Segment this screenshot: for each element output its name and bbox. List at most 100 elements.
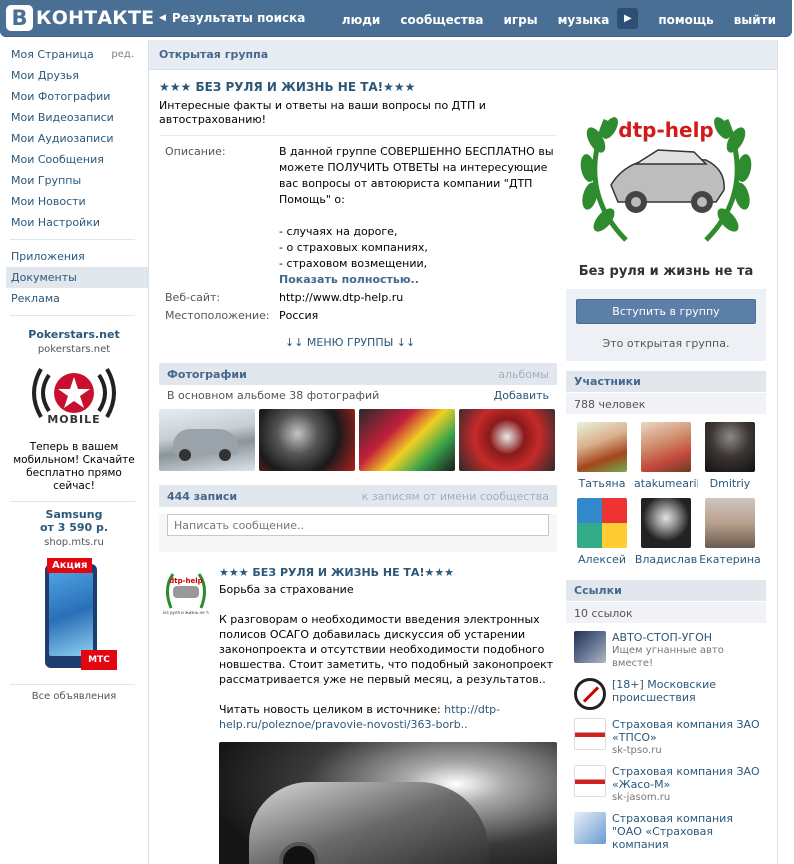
link-title[interactable]: АВТО-СТОП-УГОН xyxy=(612,631,766,644)
sidebar-item-audio[interactable]: Мои Аудиозаписи xyxy=(0,128,148,149)
website-link[interactable]: http://www.dtp-help.ru xyxy=(279,290,557,306)
member-name[interactable]: atakumearikuf xyxy=(634,477,698,490)
wall-header[interactable]: 444 записи к записям от имени сообщества xyxy=(159,485,557,507)
member-item[interactable]: Екатерина xyxy=(698,498,762,566)
sidebar-item-friends[interactable]: Мои Друзья xyxy=(0,65,148,86)
link-text: Страховая компания ЗАО «ТПСО» sk-tpso.ru xyxy=(612,718,766,757)
sidebar-item-videos[interactable]: Мои Видеозаписи xyxy=(0,107,148,128)
add-photo-link[interactable]: Добавить xyxy=(494,389,549,402)
nav-communities[interactable]: сообщества xyxy=(400,13,483,27)
members-grid: Татьяна atakumearikuf Dmitriy Алексей Вл… xyxy=(566,414,766,566)
avatar[interactable] xyxy=(577,498,627,548)
sidebar-item-messages[interactable]: Мои Сообщения xyxy=(0,149,148,170)
all-ads-link[interactable]: Все объявления xyxy=(5,691,143,702)
location-label: Местоположение: xyxy=(165,309,270,322)
avatar[interactable] xyxy=(641,422,691,472)
avatar[interactable] xyxy=(705,498,755,548)
member-name[interactable]: Екатерина xyxy=(698,553,762,566)
link-desc: sk-tpso.ru xyxy=(612,745,662,756)
sidebar-item-photos[interactable]: Мои Фотографии xyxy=(0,86,148,107)
nav-people[interactable]: люди xyxy=(342,13,381,27)
divider xyxy=(159,135,557,136)
link-item[interactable]: Страховая компания ЗАО «Жасо-М» sk-jasom… xyxy=(566,765,766,804)
post-read-more: Читать новость целиком в источнике: xyxy=(219,703,441,716)
avatar[interactable] xyxy=(705,422,755,472)
sidebar-item-label: Моя Страница xyxy=(11,48,94,61)
member-item[interactable]: Владислав xyxy=(634,498,698,566)
back-label: Результаты поиска xyxy=(171,11,306,25)
wall-post-input[interactable]: Написать сообщение.. xyxy=(167,514,549,536)
sidebar-item-docs[interactable]: Документы xyxy=(6,267,148,288)
ad-samsung[interactable]: Samsung от 3 590 р. shop.mts.ru Акция МТ… xyxy=(5,508,143,676)
wall-owner-posts-link[interactable]: к записям от имени сообщества xyxy=(362,490,549,503)
member-item[interactable]: atakumearikuf xyxy=(634,422,698,490)
links-count[interactable]: 10 ссылок xyxy=(566,601,766,623)
logo-text: КОНТАКТЕ xyxy=(36,7,155,29)
member-item[interactable]: Татьяна xyxy=(570,422,634,490)
nav-help[interactable]: помощь xyxy=(658,13,713,27)
avatar[interactable] xyxy=(577,422,627,472)
group-menu-link[interactable]: ↓↓ МЕНЮ ГРУППЫ ↓↓ xyxy=(159,336,557,349)
member-name[interactable]: Dmitriy xyxy=(698,477,762,490)
nav-logout[interactable]: выйти xyxy=(734,13,776,27)
link-item[interactable]: [18+] Московские происшествия xyxy=(566,678,766,710)
ad-subtitle[interactable]: от 3 590 р. xyxy=(5,521,143,534)
wall-count[interactable]: 444 записи xyxy=(167,490,237,503)
photo-thumb[interactable] xyxy=(259,409,355,471)
photo-thumb[interactable] xyxy=(359,409,455,471)
link-avatar[interactable] xyxy=(574,678,606,710)
sidebar-item-groups[interactable]: Мои Группы xyxy=(0,170,148,191)
join-group-button[interactable]: Вступить в группу xyxy=(576,299,756,324)
back-to-search-link[interactable]: ◀ Результаты поиска xyxy=(159,11,305,25)
link-title[interactable]: Страховая компания ЗАО «ТПСО» xyxy=(612,718,766,744)
ad-pokerstars[interactable]: Pokerstars.net pokerstars.net MOBILE Теп… xyxy=(5,328,143,493)
logo-icon: В xyxy=(6,5,33,31)
show-full-link[interactable]: Показать полностью.. xyxy=(279,272,557,288)
photo-thumb[interactable] xyxy=(159,409,255,471)
members-count[interactable]: 788 человек xyxy=(566,392,766,414)
ad-title[interactable]: Samsung xyxy=(5,508,143,521)
ad-title[interactable]: Pokerstars.net xyxy=(5,328,143,341)
albums-link[interactable]: альбомы xyxy=(498,368,549,381)
sidebar-item-ads[interactable]: Реклама xyxy=(0,288,148,309)
link-item[interactable]: Страховая компания ЗАО «ТПСО» sk-tpso.ru xyxy=(566,718,766,757)
vk-logo[interactable]: В КОНТАКТЕ xyxy=(6,5,154,31)
post-headline: Борьба за страхование xyxy=(219,583,354,596)
link-avatar[interactable] xyxy=(574,765,606,797)
post-author-avatar[interactable]: dtp-help Без руля и жизнь не та xyxy=(161,568,211,616)
top-header: В КОНТАКТЕ ◀ Результаты поиска люди сооб… xyxy=(0,0,794,40)
member-item[interactable]: Алексей xyxy=(570,498,634,566)
link-item[interactable]: Страховая компания "ОАО «Страховая компа… xyxy=(566,812,766,851)
member-name[interactable]: Владислав xyxy=(634,553,698,566)
link-title[interactable]: [18+] Московские происшествия xyxy=(612,678,766,704)
member-item[interactable]: Dmitriy xyxy=(698,422,762,490)
nav-games[interactable]: игры xyxy=(504,13,538,27)
edit-link[interactable]: ред. xyxy=(111,44,134,65)
members-header[interactable]: Участники xyxy=(566,371,766,392)
link-title[interactable]: Страховая компания ЗАО «Жасо-М» xyxy=(612,765,766,791)
member-name[interactable]: Алексей xyxy=(570,553,634,566)
pokerstars-logo-image[interactable]: MOBILE xyxy=(29,365,119,437)
link-avatar[interactable] xyxy=(574,631,606,663)
member-name[interactable]: Татьяна xyxy=(570,477,634,490)
play-more-icon[interactable]: ▶ xyxy=(617,8,639,29)
link-title[interactable]: Страховая компания "ОАО «Страховая компа… xyxy=(612,812,766,851)
photos-header[interactable]: Фотографии альбомы xyxy=(159,363,557,385)
link-item[interactable]: АВТО-СТОП-УГОН Ищем угнанные авто вместе… xyxy=(566,631,766,670)
sidebar-item-news[interactable]: Мои Новости xyxy=(0,191,148,212)
photo-thumb[interactable] xyxy=(459,409,555,471)
links-header[interactable]: Ссылки xyxy=(566,580,766,601)
sidebar-item-apps[interactable]: Приложения xyxy=(0,246,148,267)
group-avatar[interactable]: dtp-help Без руля и жизнь не та xyxy=(566,80,766,285)
post-author[interactable]: ★★★ БЕЗ РУЛЯ И ЖИЗНЬ НЕ ТА!★★★ xyxy=(219,566,557,579)
sidebar-divider xyxy=(10,315,135,316)
nav-music[interactable]: музыка xyxy=(558,13,610,27)
link-avatar[interactable] xyxy=(574,718,606,750)
avatar[interactable] xyxy=(641,498,691,548)
post-image[interactable] xyxy=(219,742,557,864)
link-avatar[interactable] xyxy=(574,812,606,844)
photos-title[interactable]: Фотографии xyxy=(167,368,247,381)
sidebar-item-my-page[interactable]: Моя Страница ред. xyxy=(0,44,148,65)
samsung-phone-image[interactable]: Акция МТС xyxy=(29,558,119,676)
sidebar-item-settings[interactable]: Мои Настройки xyxy=(0,212,148,233)
